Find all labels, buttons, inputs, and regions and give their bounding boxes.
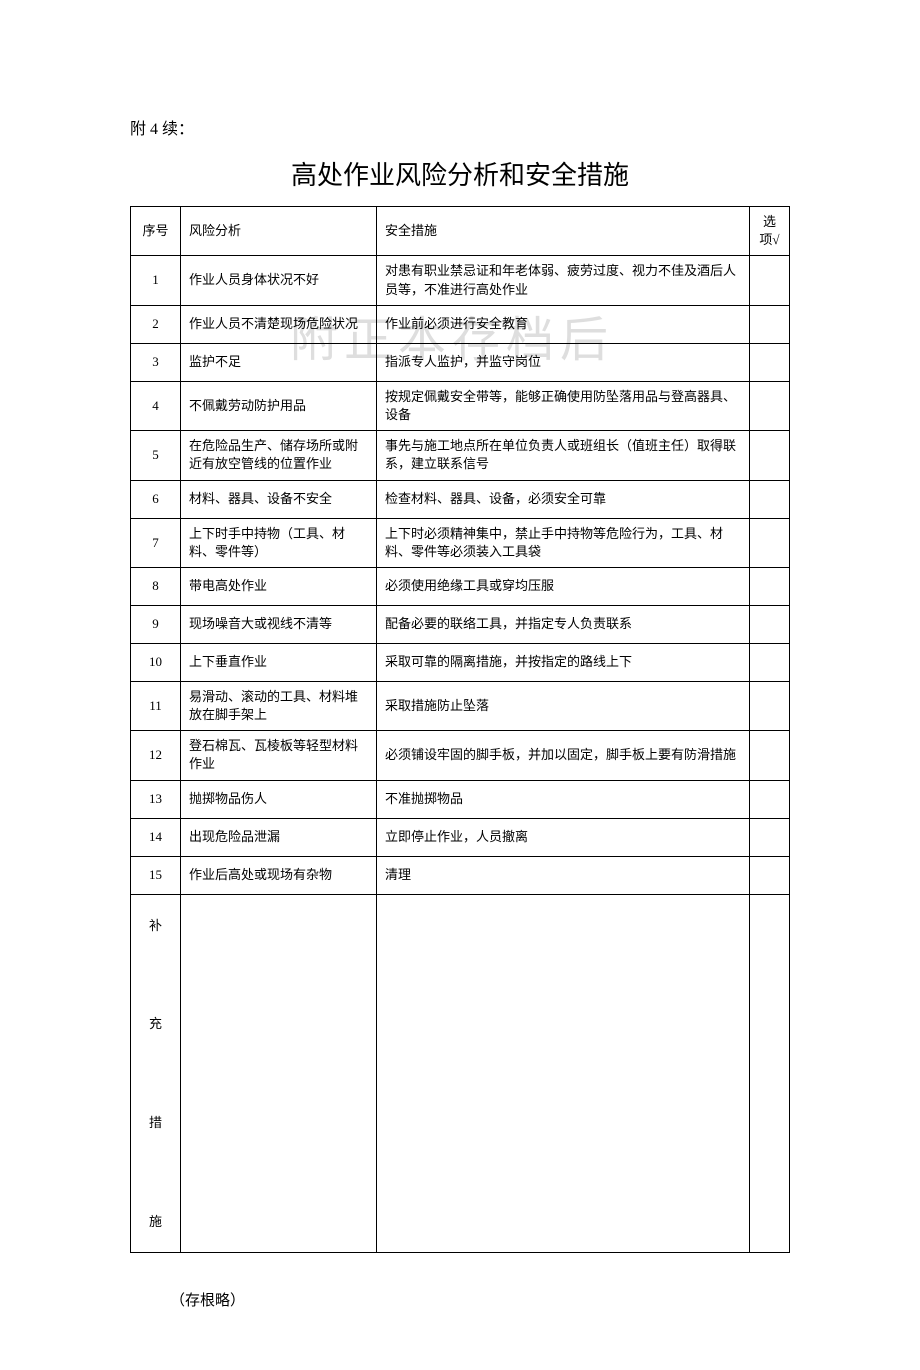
cell-risk: 作业后高处或现场有杂物 [181,856,377,894]
cell-risk: 抛掷物品伤人 [181,780,377,818]
table-row: 9 现场噪音大或视线不清等 配备必要的联络工具，并指定专人负责联系 [131,605,790,643]
cell-seq: 3 [131,343,181,381]
cell-check [750,681,790,730]
table-row: 4 不佩戴劳动防护用品 按规定佩戴安全带等，能够正确使用防坠落用品与登高器具、设… [131,381,790,430]
table-row: 6 材料、器具、设备不安全 检查材料、器具、设备，必须安全可靠 [131,480,790,518]
cell-measure: 按规定佩戴安全带等，能够正确使用防坠落用品与登高器具、设备 [377,381,750,430]
cell-seq: 11 [131,681,181,730]
cell-risk: 在危险品生产、储存场所或附近有放空管线的位置作业 [181,431,377,480]
table-row: 7 上下时手中持物（工具、材料、零件等） 上下时必须精神集中，禁止手中持物等危险… [131,518,790,567]
cell-measure: 清理 [377,856,750,894]
cell-risk: 材料、器具、设备不安全 [181,480,377,518]
cell-seq: 12 [131,731,181,780]
supplement-risk [181,894,377,1253]
cell-measure: 采取可靠的隔离措施，并按指定的路线上下 [377,643,750,681]
cell-seq: 13 [131,780,181,818]
cell-seq: 5 [131,431,181,480]
cell-seq: 15 [131,856,181,894]
cell-risk: 出现危险品泄漏 [181,818,377,856]
table-row: 10 上下垂直作业 采取可靠的隔离措施，并按指定的路线上下 [131,643,790,681]
cell-measure: 必须使用绝缘工具或穿均压服 [377,567,750,605]
cell-risk: 登石棉瓦、瓦棱板等轻型材料作业 [181,731,377,780]
header-check: 选项√ [750,207,790,256]
cell-measure: 指派专人监护，并监守岗位 [377,343,750,381]
document-footnote: （存根略） [170,1289,790,1310]
table-header-row: 序号 风险分析 安全措施 选项√ [131,207,790,256]
cell-risk: 带电高处作业 [181,567,377,605]
cell-seq: 9 [131,605,181,643]
supplement-label: 补 充 措 施 [131,894,181,1253]
cell-measure: 上下时必须精神集中，禁止手中持物等危险行为，工具、材料、零件等必须装入工具袋 [377,518,750,567]
cell-measure: 事先与施工地点所在单位负责人或班组长（值班主任）取得联系，建立联系信号 [377,431,750,480]
cell-seq: 2 [131,305,181,343]
cell-risk: 作业人员身体状况不好 [181,256,377,305]
table-body: 1 作业人员身体状况不好 对患有职业禁忌证和年老体弱、疲劳过度、视力不佳及酒后人… [131,256,790,1253]
cell-measure: 检查材料、器具、设备，必须安全可靠 [377,480,750,518]
document-title: 高处作业风险分析和安全措施 [130,155,790,192]
table-row: 2 作业人员不清楚现场危险状况 作业前必须进行安全教育 [131,305,790,343]
cell-risk: 不佩戴劳动防护用品 [181,381,377,430]
table-row: 14 出现危险品泄漏 立即停止作业，人员撤离 [131,818,790,856]
cell-risk: 易滑动、滚动的工具、材料堆放在脚手架上 [181,681,377,730]
table-row: 12 登石棉瓦、瓦棱板等轻型材料作业 必须铺设牢固的脚手板，并加以固定，脚手板上… [131,731,790,780]
supplement-measure [377,894,750,1253]
supplement-check [750,894,790,1253]
cell-check [750,256,790,305]
table-row: 8 带电高处作业 必须使用绝缘工具或穿均压服 [131,567,790,605]
header-seq: 序号 [131,207,181,256]
cell-measure: 采取措施防止坠落 [377,681,750,730]
document-prefix: 附 4 续： [130,115,790,139]
cell-check [750,856,790,894]
cell-check [750,818,790,856]
cell-risk: 上下时手中持物（工具、材料、零件等） [181,518,377,567]
cell-check [750,605,790,643]
cell-risk: 上下垂直作业 [181,643,377,681]
cell-seq: 6 [131,480,181,518]
cell-check [750,343,790,381]
cell-risk: 监护不足 [181,343,377,381]
cell-seq: 10 [131,643,181,681]
table-row: 11 易滑动、滚动的工具、材料堆放在脚手架上 采取措施防止坠落 [131,681,790,730]
cell-risk: 现场噪音大或视线不清等 [181,605,377,643]
cell-check [750,431,790,480]
table-row: 1 作业人员身体状况不好 对患有职业禁忌证和年老体弱、疲劳过度、视力不佳及酒后人… [131,256,790,305]
cell-measure: 作业前必须进行安全教育 [377,305,750,343]
table-row: 15 作业后高处或现场有杂物 清理 [131,856,790,894]
risk-analysis-table: 序号 风险分析 安全措施 选项√ 1 作业人员身体状况不好 对患有职业禁忌证和年… [130,206,790,1253]
header-measure: 安全措施 [377,207,750,256]
table-row: 13 抛掷物品伤人 不准抛掷物品 [131,780,790,818]
cell-check [750,780,790,818]
cell-seq: 14 [131,818,181,856]
table-row: 3 监护不足 指派专人监护，并监守岗位 [131,343,790,381]
cell-check [750,518,790,567]
cell-measure: 对患有职业禁忌证和年老体弱、疲劳过度、视力不佳及酒后人员等，不准进行高处作业 [377,256,750,305]
table-row: 5 在危险品生产、储存场所或附近有放空管线的位置作业 事先与施工地点所在单位负责… [131,431,790,480]
cell-seq: 8 [131,567,181,605]
cell-measure: 必须铺设牢固的脚手板，并加以固定，脚手板上要有防滑措施 [377,731,750,780]
cell-check [750,381,790,430]
cell-measure: 不准抛掷物品 [377,780,750,818]
cell-seq: 4 [131,381,181,430]
cell-seq: 7 [131,518,181,567]
cell-check [750,480,790,518]
cell-seq: 1 [131,256,181,305]
cell-check [750,643,790,681]
supplement-row: 补 充 措 施 [131,894,790,1253]
cell-check [750,731,790,780]
cell-measure: 立即停止作业，人员撤离 [377,818,750,856]
cell-risk: 作业人员不清楚现场危险状况 [181,305,377,343]
header-risk: 风险分析 [181,207,377,256]
cell-measure: 配备必要的联络工具，并指定专人负责联系 [377,605,750,643]
cell-check [750,567,790,605]
cell-check [750,305,790,343]
